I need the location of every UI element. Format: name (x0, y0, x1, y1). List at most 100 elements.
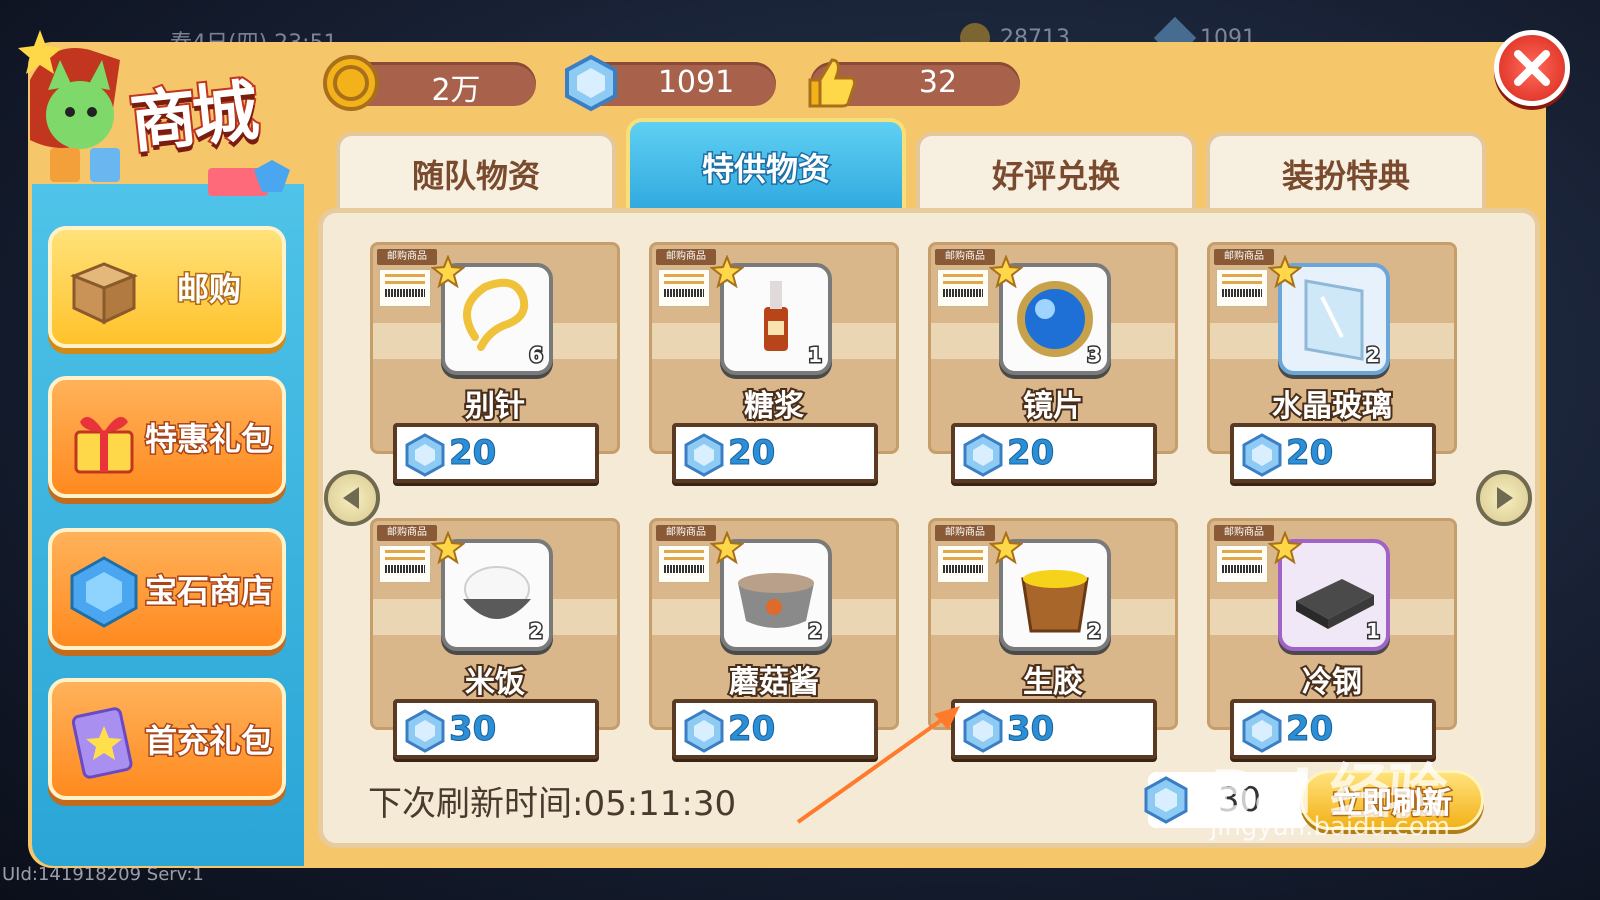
tab-label: 随队物资 (411, 157, 540, 195)
item-quantity: 2 (1365, 342, 1382, 369)
item-card[interactable]: 邮购商品 6 别针 20 (370, 242, 620, 483)
coin-counter: 2万 (323, 55, 536, 111)
item-name: 米饭 (463, 663, 527, 702)
gem-counter: 1091 (565, 54, 776, 112)
item-icon-frame: 2 (1268, 255, 1390, 375)
likes-counter: 32 (808, 58, 1020, 108)
close-button[interactable] (1494, 30, 1570, 106)
item-tag: 邮购商品 (656, 249, 716, 265)
refresh-timer: 下次刷新时间:05:11:30 (368, 784, 737, 824)
barcode-label-icon (937, 545, 989, 583)
close-icon (1514, 50, 1550, 86)
annotation-arrow-icon (796, 706, 960, 824)
thumbs-up-icon (808, 58, 857, 108)
barcode-label-icon (658, 545, 710, 583)
gem-icon (405, 709, 445, 753)
item-icon-frame: 2 (431, 531, 553, 651)
tab-label: 特供物资 (700, 149, 831, 190)
shop-title: 商城 (125, 71, 260, 165)
item-name: 生胶 (1021, 663, 1085, 702)
next-page-button[interactable] (1476, 470, 1532, 526)
sidebar-item-mail-order[interactable]: 邮购 (48, 226, 286, 348)
item-quantity: 1 (1365, 618, 1382, 645)
star-icon (710, 255, 744, 289)
star-icon (431, 531, 465, 565)
item-quantity: 3 (1086, 342, 1103, 369)
item-price: 20 (1285, 709, 1334, 750)
star-icon (989, 255, 1023, 289)
gem-icon (70, 556, 138, 628)
gem-icon (1242, 433, 1282, 477)
tab-label: 装扮特典 (1281, 157, 1410, 195)
price-tag: 20 (951, 423, 1157, 483)
user-id-label: UId:141918209 Serv:1 (2, 864, 204, 885)
item-icon-frame: 1 (710, 255, 832, 375)
item-tag: 邮购商品 (1214, 525, 1274, 541)
item-card[interactable]: 邮购商品 3 镜片 20 (928, 242, 1178, 483)
item-name: 冷钢 (1300, 663, 1364, 702)
tab-costume-specials[interactable]: 装扮特典 (1206, 132, 1486, 212)
item-card[interactable]: 邮购商品 2 生胶 30 (928, 518, 1178, 759)
sidebar-item-label: 首充礼包 (143, 721, 274, 762)
gift-icon (74, 416, 134, 474)
item-tag: 邮购商品 (935, 249, 995, 265)
arrow-left-icon (343, 487, 359, 509)
box-icon (69, 262, 139, 325)
sidebar-item-label: 特惠礼包 (143, 419, 274, 460)
item-tag: 邮购商品 (1214, 249, 1274, 265)
sidebar-item-first-recharge[interactable]: 首充礼包 (48, 678, 286, 800)
item-icon-frame: 2 (710, 531, 832, 651)
likes-value: 32 (918, 65, 958, 100)
gem-value: 1091 (657, 65, 735, 100)
item-name: 镜片 (1021, 387, 1085, 426)
coin-icon (323, 55, 379, 111)
sidebar-item-gem-shop[interactable]: 宝石商店 (48, 528, 286, 650)
item-price: 20 (1285, 433, 1334, 474)
item-price: 20 (727, 433, 776, 474)
gem-icon (684, 709, 724, 753)
tab-review-exchange[interactable]: 好评兑换 (916, 132, 1196, 212)
tab-label: 好评兑换 (991, 157, 1120, 195)
gem-icon (684, 433, 724, 477)
tab-special-supplies[interactable]: 特供物资 (626, 118, 906, 212)
sidebar-item-label: 宝石商店 (143, 571, 274, 612)
price-tag: 30 (951, 699, 1157, 759)
price-tag: 20 (672, 423, 878, 483)
barcode-label-icon (1216, 545, 1268, 583)
barcode-label-icon (379, 545, 431, 583)
watermark-url: jingyan.baidu.com (1210, 812, 1450, 842)
item-tag: 邮购商品 (377, 249, 437, 265)
item-price: 20 (727, 709, 776, 750)
item-card[interactable]: 邮购商品 1 糖浆 20 (649, 242, 899, 483)
item-tag: 邮购商品 (656, 525, 716, 541)
item-name: 蘑菇酱 (727, 663, 821, 702)
item-card[interactable]: 邮购商品 2 蘑菇酱 20 (649, 518, 899, 759)
item-name: 糖浆 (742, 387, 806, 426)
card-icon (71, 707, 133, 779)
price-tag: 20 (1230, 423, 1436, 483)
barcode-label-icon (658, 269, 710, 307)
item-price: 30 (448, 709, 497, 750)
item-card[interactable]: 邮购商品 2 水晶玻璃 20 (1207, 242, 1457, 483)
barcode-label-icon (937, 269, 989, 307)
star-icon (710, 531, 744, 565)
sidebar-item-label: 邮购 (175, 269, 242, 310)
item-card[interactable]: 邮购商品 1 冷钢 20 (1207, 518, 1457, 759)
gem-icon (1144, 776, 1188, 824)
item-quantity: 2 (528, 618, 545, 645)
star-icon (1268, 531, 1302, 565)
item-price: 30 (1006, 709, 1055, 750)
item-tag: 邮购商品 (935, 525, 995, 541)
item-icon-frame: 6 (431, 255, 553, 375)
gem-icon (963, 433, 1003, 477)
star-icon (431, 255, 465, 289)
tab-team-supplies[interactable]: 随队物资 (336, 132, 616, 212)
sidebar-item-special-gift[interactable]: 特惠礼包 (48, 376, 286, 498)
shop-logo: 商城 (10, 20, 310, 200)
item-card[interactable]: 邮购商品 2 米饭 30 (370, 518, 620, 759)
item-name: 水晶玻璃 (1270, 387, 1394, 426)
item-icon-frame: 1 (1268, 531, 1390, 651)
item-quantity: 2 (1086, 618, 1103, 645)
item-price: 20 (448, 433, 497, 474)
previous-page-button[interactable] (324, 470, 380, 526)
